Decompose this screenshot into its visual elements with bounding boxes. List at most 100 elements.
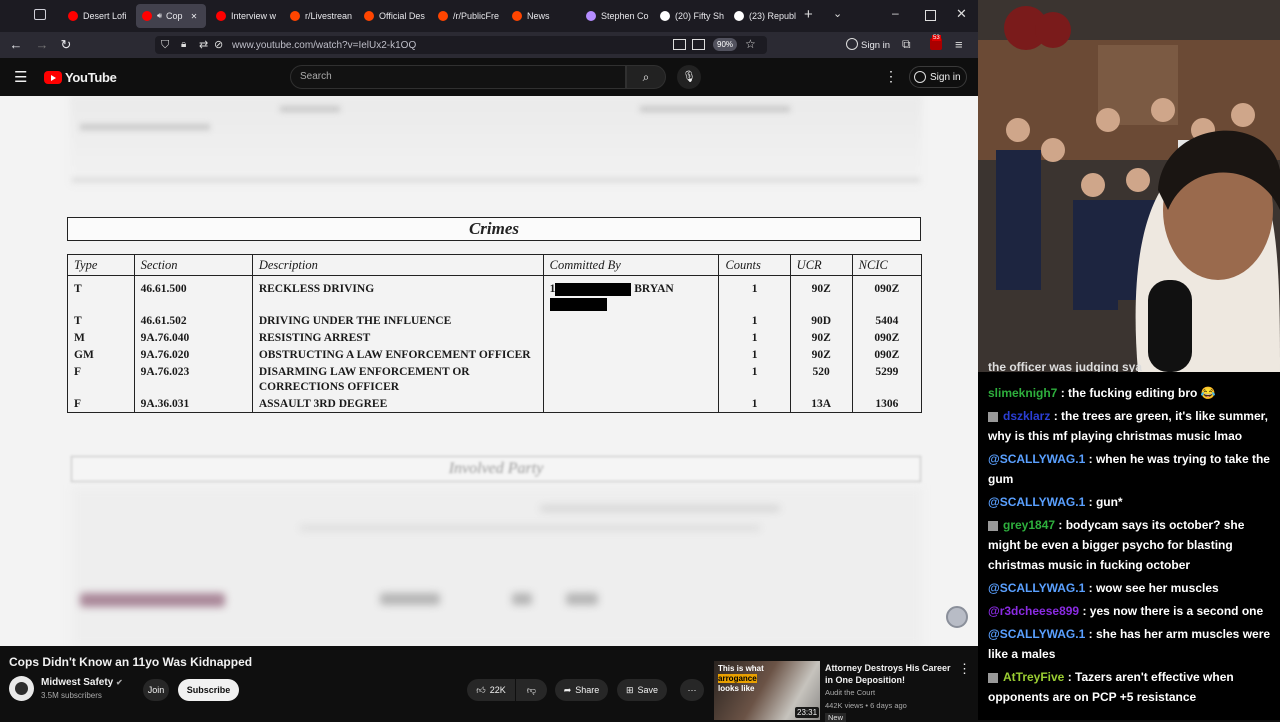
subscribe-button[interactable]: Subscribe <box>178 679 239 701</box>
chat-message: @SCALLYWAG.1 : gun* <box>988 492 1278 512</box>
zoom-level[interactable]: 90% <box>713 38 738 51</box>
crime-ucr: 90D <box>789 312 853 329</box>
crime-section: 9A.76.040 <box>133 329 253 346</box>
recommended-channel[interactable]: Audit the Court <box>825 688 875 697</box>
crimes-row: F 9A.76.023 DISARMING LAW ENFORCEMENT OR C… <box>67 363 923 395</box>
extensions-icon[interactable]: ⧉ <box>902 37 911 52</box>
url-text[interactable]: www.youtube.com/watch?v=IelUx2-k1OQ <box>232 40 416 51</box>
chat-message: grey1847 : bodycam says its october? she… <box>988 515 1278 575</box>
chat-text: the officer was judging sya <box>988 360 1143 372</box>
recommended-title[interactable]: Attorney Destroys His Career in One Depo… <box>825 662 955 686</box>
crimes-column-header: Section <box>133 254 253 276</box>
search-input[interactable]: Search <box>290 65 626 89</box>
blurred-text <box>380 593 440 605</box>
browser-signin[interactable]: Sign in <box>861 40 890 51</box>
extension-badge-count: 53 <box>932 35 941 41</box>
speaker-icon[interactable]: 🔊︎ <box>157 11 162 21</box>
tab-overview-icon[interactable] <box>34 9 46 20</box>
save-button[interactable]: ⊞ Save <box>617 679 667 701</box>
search-button[interactable]: ⌕ <box>626 65 666 89</box>
back-icon[interactable]: ← <box>4 37 28 52</box>
like-button[interactable]: 👍︎ 22K <box>467 679 515 701</box>
blurred-line <box>72 178 920 182</box>
browser-tab[interactable]: (23) Republ <box>728 4 798 28</box>
tab-list-icon[interactable]: ⌄ <box>833 7 842 20</box>
minimize-icon[interactable]: – <box>892 6 899 20</box>
browser-tab[interactable]: /r/PublicFre <box>432 4 502 28</box>
thumbnail-caption: This is what arrogance looks like <box>718 664 778 694</box>
chat-badge-icon <box>988 520 998 531</box>
close-tab-icon[interactable]: ✕ <box>191 12 198 21</box>
dislike-button[interactable]: 👎︎ <box>516 679 547 701</box>
chat-username[interactable]: @r3dcheese899 <box>988 604 1079 618</box>
voice-search-button[interactable]: 🎙︎ <box>677 65 701 89</box>
channel-name[interactable]: Midwest Safety ✔ <box>41 677 123 688</box>
crimes-row: GM 9A.76.020 OBSTRUCTING A LAW ENFORCEMENT… <box>67 346 923 363</box>
blurred-document-body <box>72 488 922 646</box>
browser-tab-label: Desert Lofi <box>83 11 127 21</box>
crimes-column-header: UCR <box>789 254 853 276</box>
lock-icon[interactable]: 🔒︎ <box>181 39 186 50</box>
chat-username[interactable]: @SCALLYWAG.1 <box>988 452 1085 466</box>
chat-username[interactable]: slimeknigh7 <box>988 386 1057 400</box>
redaction-bar <box>555 282 632 296</box>
chat-username[interactable]: @SCALLYWAG.1 <box>988 581 1085 595</box>
thumbs-down-icon: 👎︎ <box>526 684 537 695</box>
maximize-icon[interactable] <box>925 10 936 21</box>
blurred-line <box>280 106 340 112</box>
join-button[interactable]: Join <box>143 679 169 701</box>
browser-tab[interactable]: Desert Lofi <box>62 4 132 28</box>
share-button[interactable]: ➦ Share <box>555 679 608 701</box>
bookmark-star-icon[interactable]: ☆ <box>745 37 756 51</box>
youtube-logo[interactable]: YouTube <box>44 70 117 85</box>
browser-tab[interactable]: (20) Fifty Sh <box>654 4 724 28</box>
crimes-column-header: Type <box>67 254 135 276</box>
browser-tab-label: Cop <box>166 11 183 21</box>
permissions-icon[interactable]: ⇄ <box>199 38 208 51</box>
crime-section: 9A.76.023 <box>133 363 253 395</box>
browser-tab[interactable]: News <box>506 4 576 28</box>
like-count: 22K <box>489 685 506 695</box>
crime-ucr: 90Z <box>789 275 853 312</box>
video-player[interactable]: Crimes Type Section Description Committed B… <box>0 96 978 646</box>
crime-ncic: 5299 <box>851 363 923 395</box>
youtube-signin-button[interactable]: Sign in <box>909 66 967 88</box>
crime-committed-by <box>542 363 720 395</box>
forward-icon[interactable]: → <box>30 37 54 52</box>
crime-ncic: 090Z <box>851 329 923 346</box>
shield-icon[interactable]: ⛉ <box>161 39 169 52</box>
chat-username[interactable]: grey1847 <box>1003 518 1055 532</box>
browser-tab[interactable]: 🔊︎ Cop ✕ <box>136 4 206 28</box>
more-actions-button[interactable]: ⋯ <box>680 679 704 701</box>
crimes-header-row: Type Section Description Committed By Counts… <box>67 254 923 276</box>
close-window-icon[interactable]: ✕ <box>956 6 967 22</box>
browser-tab[interactable]: Stephen Co <box>580 4 650 28</box>
committed-by-name: BRYAN <box>631 283 674 295</box>
menu-icon[interactable]: ≡ <box>955 37 963 52</box>
picture-icon[interactable] <box>673 39 686 50</box>
video-duration: 23:31 <box>795 707 820 718</box>
crime-committed-by <box>542 329 720 346</box>
settings-more-icon[interactable]: ⋮ <box>884 68 898 85</box>
crime-description: OBSTRUCTING A LAW ENFORCEMENT OFFICER <box>251 346 544 363</box>
share-label: Share <box>575 685 600 695</box>
blurred-text <box>300 526 760 530</box>
autoplay-blocked-icon[interactable]: ⊘ <box>214 38 223 51</box>
new-tab-icon[interactable]: + <box>804 6 813 23</box>
reader-icon[interactable] <box>692 39 705 50</box>
channel-watermark-icon[interactable] <box>946 606 968 628</box>
browser-tab[interactable]: Interview w <box>210 4 280 28</box>
chat-username[interactable]: @SCALLYWAG.1 <box>988 495 1085 509</box>
reload-icon[interactable]: ↻ <box>54 37 78 53</box>
chat-username[interactable]: AtTreyFive <box>1003 670 1064 684</box>
hamburger-menu-icon[interactable]: ☰ <box>14 68 27 86</box>
browser-tab[interactable]: Official Des <box>358 4 428 28</box>
thumbs-up-icon: 👍︎ <box>476 684 486 695</box>
channel-avatar[interactable] <box>9 676 34 701</box>
chat-username[interactable]: @SCALLYWAG.1 <box>988 627 1085 641</box>
chat-username[interactable]: dszklarz <box>1003 409 1050 423</box>
browser-tab[interactable]: r/Livestrean <box>284 4 354 28</box>
blurred-text <box>512 593 532 605</box>
account-icon[interactable] <box>846 38 858 50</box>
recommended-more-icon[interactable]: ⋮ <box>958 661 971 677</box>
